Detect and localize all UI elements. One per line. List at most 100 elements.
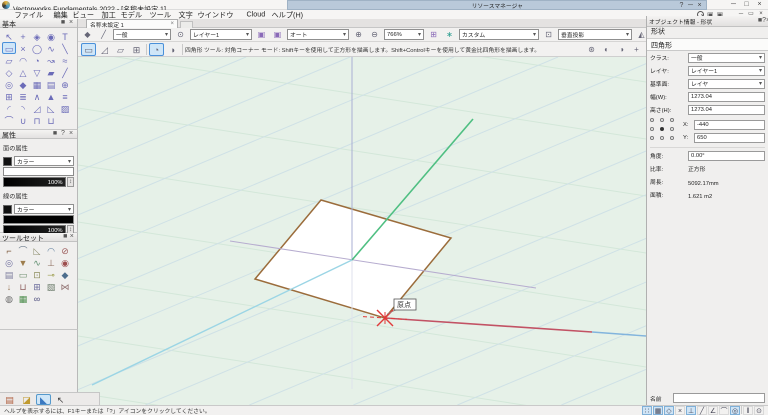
basic-tool-1[interactable]: + <box>16 30 30 42</box>
toolset-tool-10[interactable]: ▤ <box>2 268 16 280</box>
y-input[interactable]: 650 <box>693 132 765 143</box>
basic-tool-5[interactable]: ▭ <box>2 42 16 54</box>
toolset-tool-5[interactable]: ◎ <box>2 256 16 268</box>
layer-down-icon[interactable]: ▣ <box>271 29 284 40</box>
basic-tool-11[interactable]: ◠ <box>16 54 30 66</box>
zoom-dropdown[interactable]: 766% ▾ <box>384 29 424 40</box>
rect-mode-3[interactable]: ⊞ <box>129 43 144 56</box>
basic-tool-16[interactable]: △ <box>16 66 30 78</box>
basic-tool-25[interactable]: ⊞ <box>2 90 16 102</box>
basic-tool-30[interactable]: ◜ <box>2 102 16 114</box>
basic-close-icon[interactable]: × <box>67 19 75 27</box>
minimize-button[interactable]: ─ <box>727 0 740 9</box>
toolset-tool-9[interactable]: ◉ <box>58 256 72 268</box>
toolset-tool-17[interactable]: ⊞ <box>30 280 44 292</box>
new-tab-stub[interactable] <box>180 21 193 28</box>
basic-tool-10[interactable]: ▱ <box>2 54 16 66</box>
basic-tool-37[interactable]: ⊓ <box>30 114 44 126</box>
toolset-tool-7[interactable]: ∿ <box>30 256 44 268</box>
toolset-tool-8[interactable]: ⊥ <box>44 256 58 268</box>
toolset-tool-21[interactable]: ▦ <box>16 292 30 304</box>
dock-icon-3[interactable]: ↖ <box>53 394 68 405</box>
basic-tool-22[interactable]: ▦ <box>30 78 44 90</box>
anchor-dot-0-1[interactable] <box>660 118 664 122</box>
basic-tool-36[interactable]: ∪ <box>16 114 30 126</box>
snap-toggle-2[interactable]: ◇ <box>664 405 674 415</box>
menu-item-8[interactable]: Cloud <box>245 11 267 19</box>
basic-tool-2[interactable]: ◈ <box>30 30 44 42</box>
grid-icon[interactable]: ⊞ <box>427 29 440 40</box>
drawing-canvas[interactable]: 原点 <box>78 57 646 405</box>
tool-pref-icon-1[interactable]: ◐ <box>600 44 613 55</box>
basic-tool-14[interactable]: ≈ <box>58 54 72 66</box>
rm-minimize-button[interactable]: ─ <box>686 1 695 10</box>
class-dropdown[interactable]: 一般 ▾ <box>113 29 171 40</box>
resource-manager-titlebar[interactable]: リソースマネージャ ? ─ × <box>287 0 707 10</box>
anchor-dot-1-1[interactable] <box>660 127 664 131</box>
toolset-tool-0[interactable]: ⌐ <box>2 244 16 256</box>
plane-dropdown[interactable]: オート ▾ <box>287 29 349 40</box>
toolset-close-icon[interactable]: × <box>69 233 76 241</box>
viewport-icon[interactable]: ⊡ <box>542 29 555 40</box>
basic-tool-35[interactable]: ⌒ <box>2 114 16 126</box>
power-button[interactable]: ⊙ <box>754 405 764 415</box>
snap-toggle-6[interactable]: ∠ <box>708 405 718 415</box>
attributes-help-icon[interactable]: ? <box>59 130 67 138</box>
toolset-tool-13[interactable]: ⊸ <box>44 268 58 280</box>
tab-close-icon[interactable]: × <box>170 21 174 27</box>
line-swatch[interactable] <box>3 204 12 214</box>
rect-mode-1[interactable]: ◿ <box>97 43 112 56</box>
toolset-tool-12[interactable]: ⊡ <box>30 268 44 280</box>
rm-close-button[interactable]: × <box>695 1 704 10</box>
basic-tool-34[interactable]: ▨ <box>58 102 72 114</box>
basic-tool-4[interactable]: T <box>58 30 72 42</box>
basic-tool-28[interactable]: ▲ <box>44 90 58 102</box>
snap-toggle-0[interactable]: ∷ <box>642 405 652 415</box>
anchor-dot-0-2[interactable] <box>670 118 674 122</box>
pen-icon[interactable]: ╱ <box>97 29 110 40</box>
basic-tool-12[interactable]: ◔ <box>30 54 44 66</box>
dock-icon-1[interactable]: ◪ <box>19 394 34 405</box>
fill-color-preview[interactable] <box>3 167 74 176</box>
snap-toggle-4[interactable]: ⊥ <box>686 405 696 415</box>
toolset-tool-22[interactable]: ∞ <box>30 292 44 304</box>
basic-tool-8[interactable]: ∿ <box>44 42 58 54</box>
basic-tool-27[interactable]: ∧ <box>30 90 44 102</box>
basic-tool-24[interactable]: ⊕ <box>58 78 72 90</box>
fill-swatch[interactable] <box>3 156 12 166</box>
basic-tool-6[interactable]: × <box>16 42 30 54</box>
toolset-tool-20[interactable]: ◍ <box>2 292 16 304</box>
toolset-tool-18[interactable]: ▧ <box>44 280 58 292</box>
rect-mode-2[interactable]: ▱ <box>113 43 128 56</box>
snap-toggle-3[interactable]: × <box>675 405 685 415</box>
basic-tool-19[interactable]: ╱ <box>58 66 72 78</box>
toolset-tool-11[interactable]: ▭ <box>16 268 30 280</box>
fill-style-dropdown[interactable]: カラー ▾ <box>14 156 74 166</box>
name-input[interactable] <box>673 393 765 403</box>
basic-tool-38[interactable]: ⊔ <box>44 114 58 126</box>
rect-mode-0[interactable]: ▭ <box>81 42 96 56</box>
pause-button[interactable]: ‖ <box>743 405 753 415</box>
basic-tool-29[interactable]: ≡ <box>58 90 72 102</box>
dock-icon-2[interactable]: ◣ <box>36 393 51 405</box>
position-anchor-widget[interactable] <box>650 118 680 144</box>
basic-tool-17[interactable]: ▽ <box>30 66 44 78</box>
zoom-out-icon[interactable]: ⊖ <box>368 29 381 40</box>
basic-tool-20[interactable]: ◎ <box>2 78 16 90</box>
rm-help-button[interactable]: ? <box>677 1 686 10</box>
basic-tool-23[interactable]: ▤ <box>44 78 58 90</box>
basic-tool-21[interactable]: ◆ <box>16 78 30 90</box>
attributes-dock-icon[interactable]: ■ <box>51 130 59 138</box>
flyover-icon[interactable]: ◆ <box>81 29 94 40</box>
close-button[interactable]: × <box>753 0 766 9</box>
tool-pref-icon-2[interactable]: ◑ <box>615 44 628 55</box>
toolset-tool-14[interactable]: ◆ <box>58 268 72 280</box>
anchor-dot-2-0[interactable] <box>650 136 654 140</box>
tool-pref-icon-3[interactable]: + <box>630 44 643 55</box>
navigation-icon[interactable]: ∗ <box>443 29 456 40</box>
toolset-tool-3[interactable]: ◠ <box>44 244 58 256</box>
basic-tool-32[interactable]: ◿ <box>30 102 44 114</box>
dock-icon-0[interactable]: ▤ <box>2 394 17 405</box>
push-mode-1[interactable]: ◑ <box>165 43 180 56</box>
basic-tool-7[interactable]: ◯ <box>30 42 44 54</box>
